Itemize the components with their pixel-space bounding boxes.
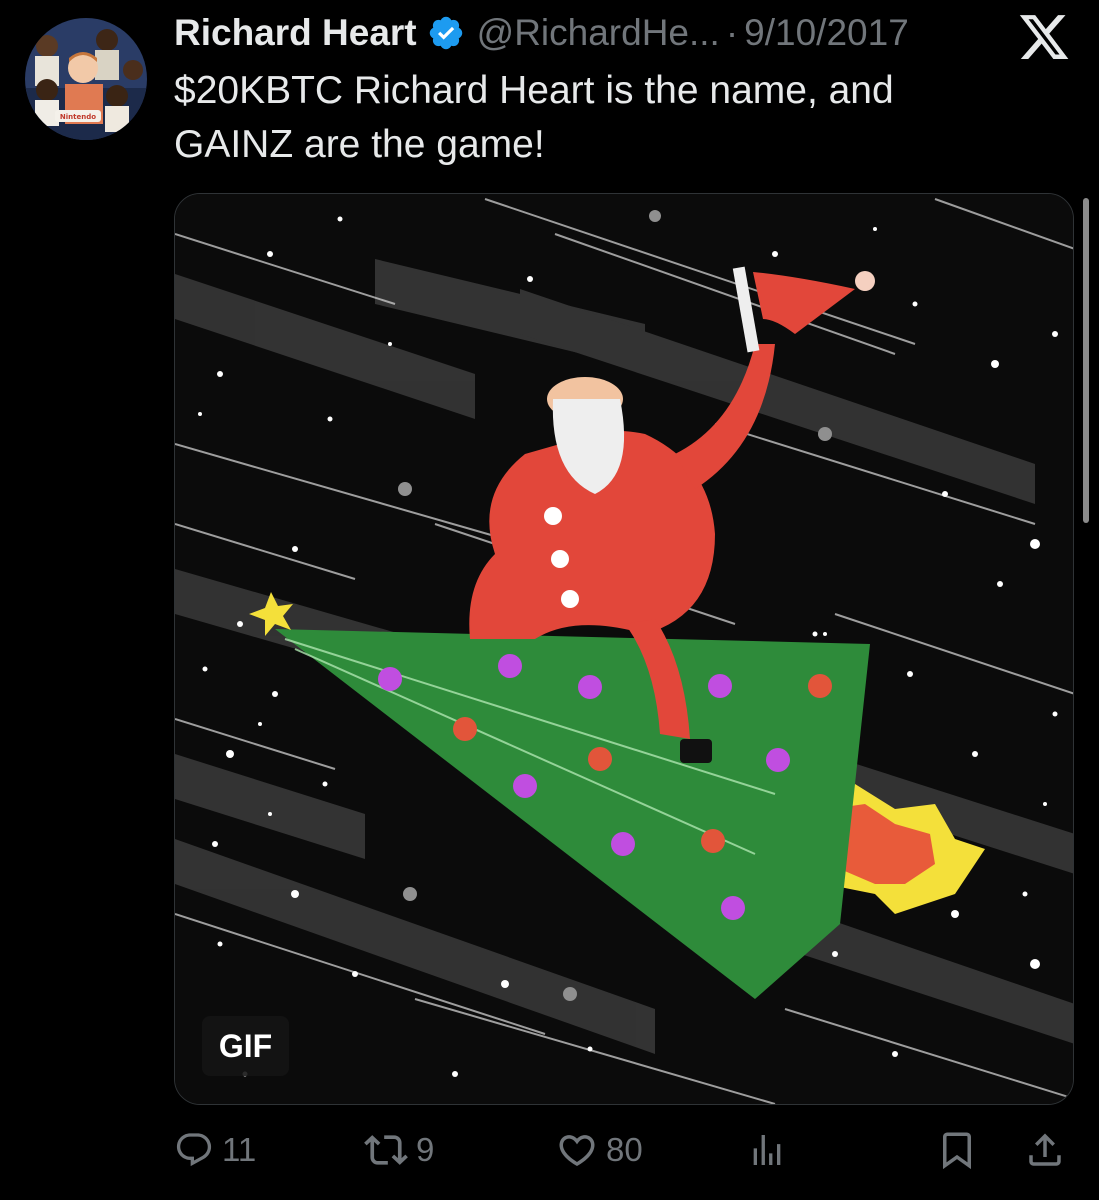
tweet-date[interactable]: 9/10/2017 xyxy=(744,12,909,54)
bookmark-icon xyxy=(936,1129,978,1171)
reply-count: 11 xyxy=(222,1131,257,1168)
tweet-text-line: $20KBTC Richard Heart is the name, and xyxy=(174,69,894,112)
reply-icon xyxy=(174,1130,214,1170)
author-handle[interactable]: @RichardHe... xyxy=(477,12,720,54)
avatar-badge-text: Nintendo xyxy=(60,113,96,121)
tweet-header: Richard Heart @RichardHe... · 9/10/2017 xyxy=(174,8,909,58)
repost-button[interactable]: 9 xyxy=(364,1125,434,1175)
repost-count: 9 xyxy=(416,1131,435,1168)
action-bar: 11 9 80 xyxy=(174,1125,1074,1175)
repost-icon xyxy=(364,1128,408,1172)
tweet-text: $20KBTC Richard Heart is the name, and G… xyxy=(174,64,1054,172)
gif-media[interactable]: GIF xyxy=(174,193,1074,1105)
views-button[interactable] xyxy=(747,1125,787,1175)
x-logo-icon[interactable] xyxy=(1017,10,1071,64)
views-icon xyxy=(747,1130,787,1170)
share-icon xyxy=(1024,1129,1066,1171)
avatar[interactable]: Nintendo xyxy=(25,18,147,140)
santa-tree-rocket-illustration xyxy=(175,194,1073,1104)
like-button[interactable]: 80 xyxy=(556,1125,643,1175)
share-button[interactable] xyxy=(1024,1125,1066,1175)
bookmark-button[interactable] xyxy=(936,1125,978,1175)
gif-badge: GIF xyxy=(202,1016,289,1076)
like-count: 80 xyxy=(606,1131,643,1168)
tweet-text-line: GAINZ are the game! xyxy=(174,123,545,166)
author-name[interactable]: Richard Heart xyxy=(174,12,417,54)
heart-icon xyxy=(556,1129,598,1171)
reply-button[interactable]: 11 xyxy=(174,1125,256,1175)
separator-dot: · xyxy=(725,12,739,53)
scrollbar[interactable] xyxy=(1083,198,1089,523)
verified-badge-icon xyxy=(427,14,465,52)
